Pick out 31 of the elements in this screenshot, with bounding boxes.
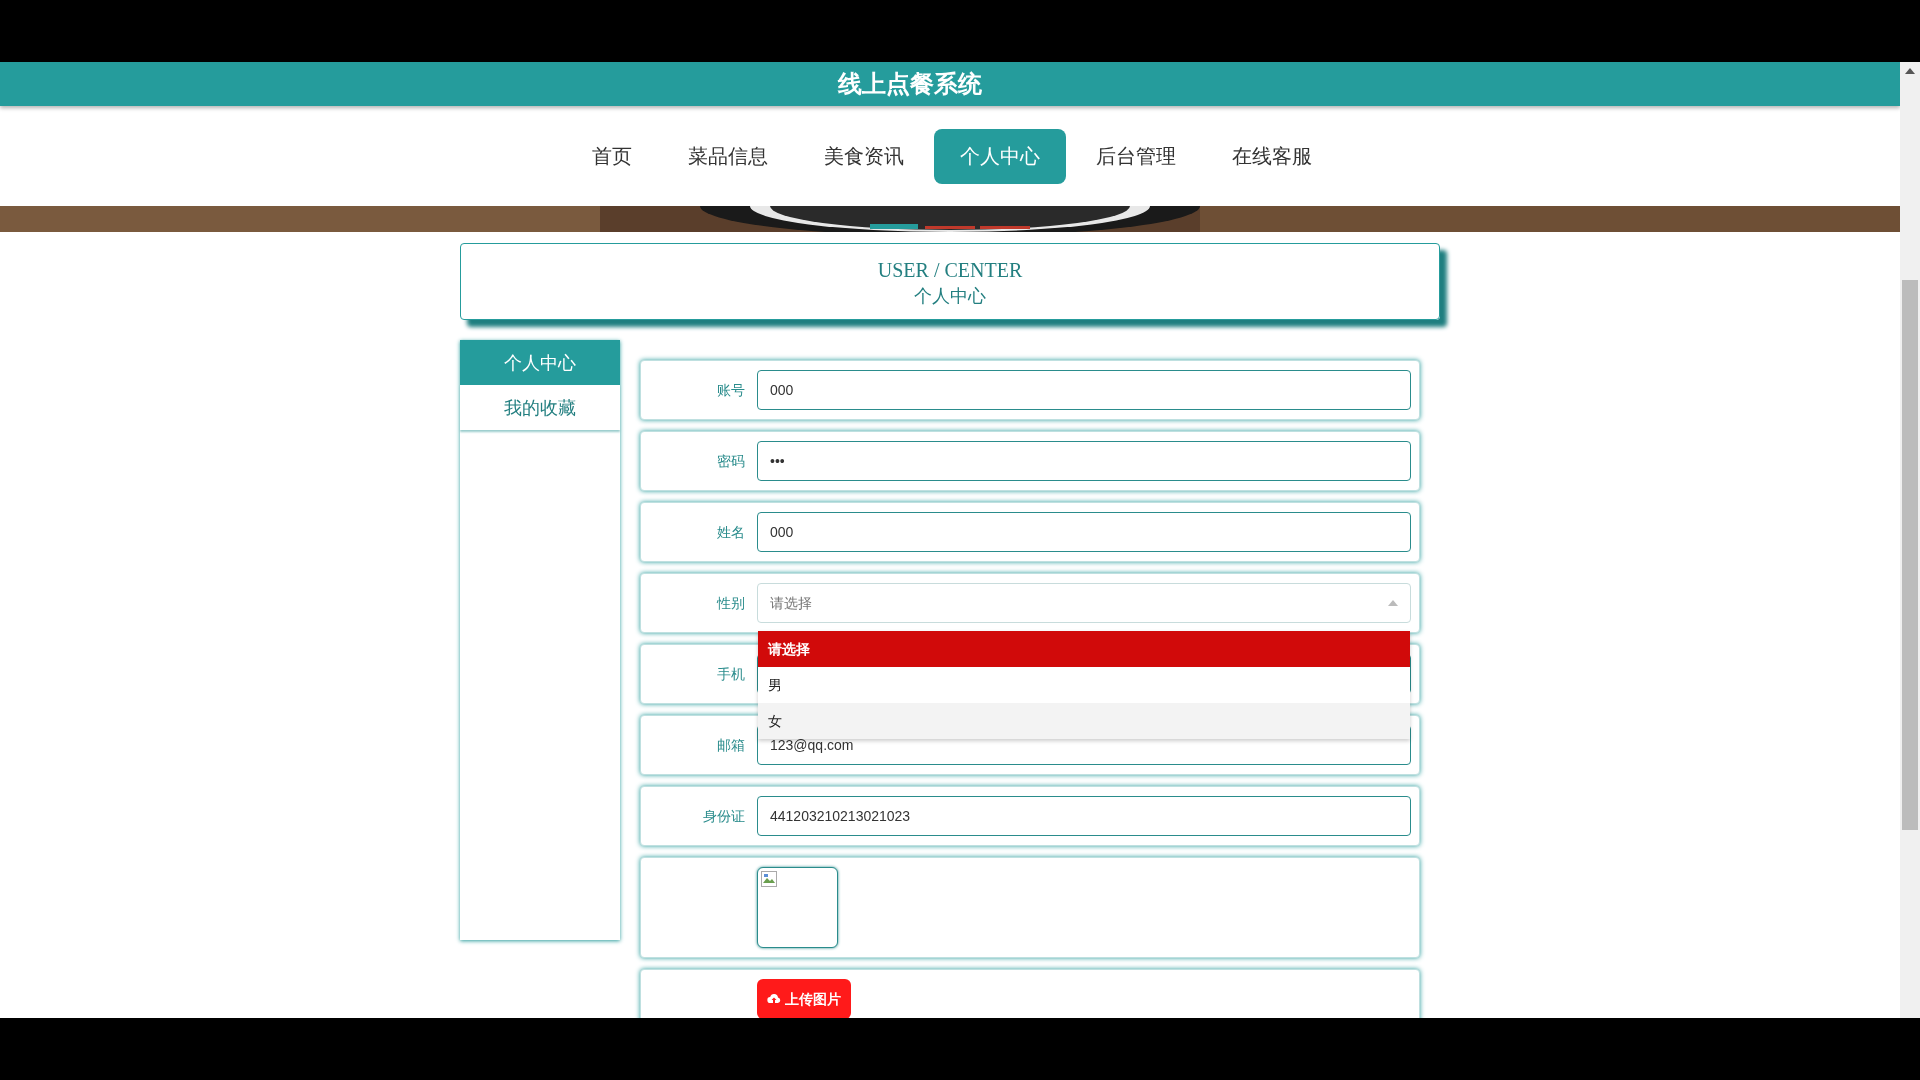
dropdown-option[interactable]: 男 [758, 667, 1410, 703]
field-label: 密码 [716, 452, 745, 471]
heading-chinese: 个人中心 [914, 284, 986, 308]
scrollbar[interactable] [1900, 62, 1920, 1018]
dropdown-option[interactable]: 女 [758, 703, 1410, 739]
nav-tab[interactable]: 后台管理 [1070, 128, 1202, 184]
field-label: 姓名 [716, 523, 745, 542]
upload-button[interactable]: 上传图片 [757, 979, 851, 1018]
sidebar-item[interactable]: 我的收藏 [460, 385, 620, 430]
nav-tab[interactable]: 在线客服 [1206, 128, 1338, 184]
field-label: 身份证 [702, 807, 745, 826]
scroll-thumb[interactable] [1902, 280, 1918, 830]
scroll-up-icon[interactable] [1905, 68, 1915, 74]
nav-tab[interactable]: 菜品信息 [662, 128, 794, 184]
input-field[interactable]: 000 [757, 512, 1411, 552]
field-label: 手机 [716, 665, 745, 684]
field-label: 性别 [715, 594, 745, 613]
broken-image-icon [761, 871, 777, 887]
caret-up-icon [1388, 600, 1398, 606]
cloud-upload-icon [767, 993, 781, 1005]
input-field[interactable]: 441203210213021023 [757, 796, 1411, 836]
nav-tab[interactable]: 美食资讯 [798, 128, 930, 184]
dropdown-option[interactable]: 请选择 [758, 631, 1410, 667]
select-field[interactable]: 请选择 [757, 583, 1411, 623]
field-label: 账号 [716, 381, 745, 400]
field-label: 邮箱 [716, 736, 745, 755]
input-field[interactable]: ••• [757, 441, 1411, 481]
heading-english: USER / CENTER [877, 257, 1023, 283]
site-title: 线上点餐系统 [838, 69, 982, 99]
input-field[interactable]: 000 [757, 370, 1411, 410]
nav-tab[interactable]: 首页 [566, 128, 658, 184]
